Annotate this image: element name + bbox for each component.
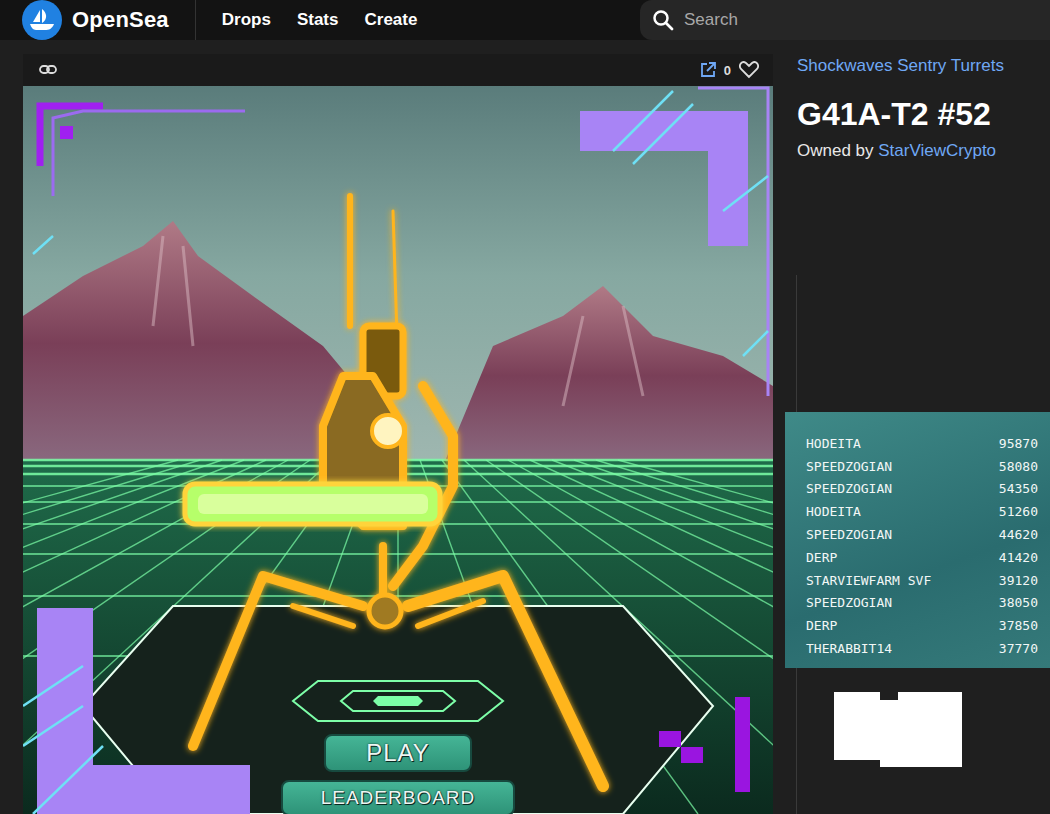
leaderboard-row: HODEITA 95870 bbox=[806, 432, 1038, 455]
player-score: 39120 bbox=[999, 573, 1038, 588]
leaderboard-button[interactable]: LEADERBOARD bbox=[281, 780, 515, 814]
leaderboard-row: SPEEDZOGIAN 54350 bbox=[806, 478, 1038, 501]
card-toolbar: 0 bbox=[23, 54, 773, 86]
media-card: 0 PLAY LEADERBOARD bbox=[23, 54, 773, 814]
player-score: 51260 bbox=[999, 504, 1038, 519]
owner-link[interactable]: StarViewCrypto bbox=[878, 141, 996, 160]
player-name: SPEEDZOGIAN bbox=[806, 459, 892, 474]
like-count: 0 bbox=[724, 63, 731, 78]
player-score: 44620 bbox=[999, 527, 1038, 542]
redaction-block bbox=[880, 700, 898, 767]
leaderboard-row: HODEITA 51260 bbox=[806, 500, 1038, 523]
logo-text[interactable]: OpenSea bbox=[72, 7, 169, 33]
top-nav: OpenSea Drops Stats Create bbox=[0, 0, 1050, 40]
redaction-block bbox=[834, 692, 880, 760]
leaderboard-row: SPEEDZOGIAN 38050 bbox=[806, 592, 1038, 615]
toolbar-actions: 0 bbox=[700, 61, 759, 79]
leaderboard-row: STARVIEWFARM SVF 39120 bbox=[806, 569, 1038, 592]
player-score: 37770 bbox=[999, 641, 1038, 656]
player-name: HODEITA bbox=[806, 436, 861, 451]
search-icon bbox=[652, 9, 674, 31]
play-button[interactable]: PLAY bbox=[324, 734, 472, 772]
leaderboard-row: DERP 37850 bbox=[806, 614, 1038, 637]
nav-links: Drops Stats Create bbox=[222, 10, 418, 30]
nav-link[interactable]: Create bbox=[364, 10, 417, 30]
opensea-logo[interactable]: OpenSea bbox=[22, 0, 169, 40]
player-score: 37850 bbox=[999, 618, 1038, 633]
player-name: SPEEDZOGIAN bbox=[806, 481, 892, 496]
heart-icon[interactable] bbox=[739, 61, 759, 79]
player-name: SPEEDZOGIAN bbox=[806, 527, 892, 542]
game-view[interactable]: PLAY LEADERBOARD bbox=[23, 86, 773, 814]
player-score: 41420 bbox=[999, 550, 1038, 565]
search-input[interactable] bbox=[682, 9, 1050, 31]
nav-link[interactable]: Drops bbox=[222, 10, 271, 30]
item-title: G41A-T2 #52 bbox=[797, 96, 1004, 133]
game-menu: PLAY LEADERBOARD bbox=[23, 734, 773, 814]
player-score: 54350 bbox=[999, 481, 1038, 496]
player-name: THERABBIT14 bbox=[806, 641, 892, 656]
leaderboard-row: THERABBIT14 37770 bbox=[806, 637, 1038, 660]
collection-link[interactable]: Shockwaves Sentry Turrets bbox=[797, 56, 1004, 76]
game-scene bbox=[23, 86, 773, 814]
leaderboard-row: SPEEDZOGIAN 44620 bbox=[806, 523, 1038, 546]
nav-link[interactable]: Stats bbox=[297, 10, 339, 30]
player-name: DERP bbox=[806, 618, 837, 633]
owner-line: Owned by StarViewCrypto bbox=[797, 141, 1004, 161]
player-score: 95870 bbox=[999, 436, 1038, 451]
leaderboard-row: SPEEDZOGIAN 58080 bbox=[806, 455, 1038, 478]
owner-label: Owned by bbox=[797, 141, 874, 160]
player-name: DERP bbox=[806, 550, 837, 565]
redaction-block bbox=[898, 692, 962, 767]
external-link-icon[interactable] bbox=[700, 62, 716, 78]
leaderboard-row: DERP 41420 bbox=[806, 546, 1038, 569]
player-name: SPEEDZOGIAN bbox=[806, 595, 892, 610]
leaderboard-panel: HODEITA 95870 SPEEDZOGIAN 58080 SPEEDZOGIAN 5… bbox=[785, 412, 1050, 668]
nav-separator bbox=[195, 0, 196, 40]
search-bar[interactable] bbox=[640, 0, 1050, 40]
player-score: 38050 bbox=[999, 595, 1038, 610]
player-name: STARVIEWFARM SVF bbox=[806, 573, 931, 588]
link-icon[interactable] bbox=[39, 63, 57, 77]
boat-icon bbox=[22, 0, 62, 40]
player-name: HODEITA bbox=[806, 504, 861, 519]
player-score: 58080 bbox=[999, 459, 1038, 474]
